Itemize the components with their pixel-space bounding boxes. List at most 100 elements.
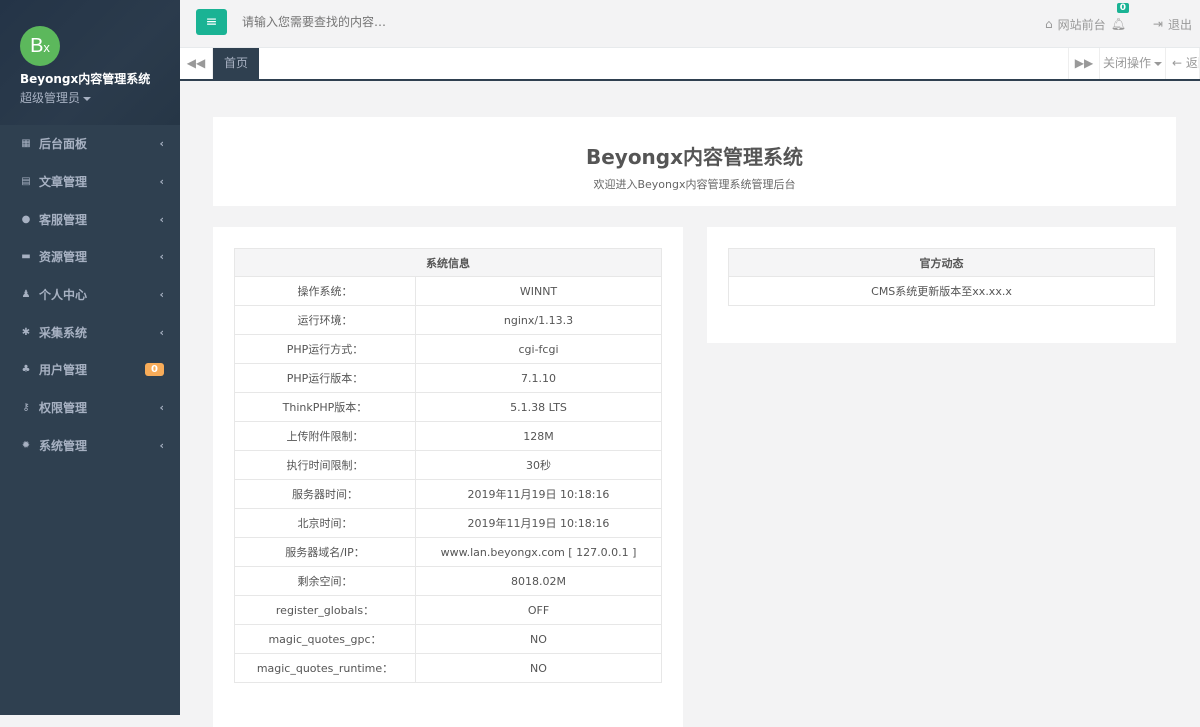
- close-ops-label: 关闭操作: [1102, 56, 1151, 70]
- info-label: register_globals：: [234, 595, 416, 625]
- info-label: 运行环境：: [234, 305, 416, 335]
- comment-icon: ●: [21, 213, 31, 225]
- sidebar-item-label: 文章管理: [39, 175, 88, 190]
- page-title: Beyongx内容管理系统: [585, 145, 804, 169]
- info-label: 剩余空间：: [234, 566, 416, 596]
- system-info-card: 系统信息 操作系统： WINNT 运行环境： nginx/1.13.3 PHP运行方式：…: [213, 227, 683, 727]
- news-item[interactable]: CMS系统更新版本至xx.xx.x: [728, 276, 1155, 306]
- chevron-left-icon: ‹: [159, 212, 164, 226]
- caret-down-icon: [83, 96, 92, 101]
- menu-toggle-button[interactable]: ≡: [196, 9, 227, 35]
- table-row: 北京时间： 2019年11月19日 10:18:16: [234, 508, 662, 538]
- key-icon: ⚷: [22, 402, 30, 414]
- news-title: 官方动态: [728, 248, 1155, 277]
- table-row: PHP运行版本： 7.1.10: [234, 363, 662, 393]
- sidebar-item-0[interactable]: ▦ 后台面板 ‹: [0, 125, 180, 163]
- info-label: 上传附件限制：: [234, 421, 416, 451]
- sidebar: Bx Beyongx内容管理系统 超级管理员 ▦ 后台面板 ‹ ▤ 文章管理 ‹ ● 客服管理…: [0, 0, 180, 715]
- info-label: magic_quotes_runtime：: [234, 653, 416, 683]
- tab-home[interactable]: 首页: [213, 48, 259, 79]
- info-label: 操作系统：: [234, 276, 416, 306]
- site-front-link[interactable]: 网站前台: [1058, 16, 1106, 33]
- info-value: nginx/1.13.3: [415, 305, 662, 335]
- sidebar-item-label: 系统管理: [39, 438, 88, 453]
- dashboard-icon: ▦: [21, 138, 31, 150]
- news-table: 官方动态 CMS系统更新版本至xx.xx.x: [728, 248, 1155, 306]
- table-row: 操作系统： WINNT: [234, 276, 662, 306]
- chevron-left-icon: ‹: [159, 250, 164, 264]
- info-value: 7.1.10: [415, 363, 662, 393]
- caret-down-icon: [1154, 61, 1162, 66]
- table-row: magic_quotes_runtime： NO: [234, 653, 662, 683]
- sidebar-item-8[interactable]: ✹ 系统管理 ‹: [0, 427, 180, 465]
- tab-scroll-left-button[interactable]: ◀◀: [180, 48, 213, 79]
- table-row: ThinkPHP版本： 5.1.38 LTS: [234, 392, 662, 422]
- logout-link[interactable]: 退出: [1168, 16, 1192, 33]
- table-row: 上传附件限制： 128M: [234, 421, 662, 451]
- table-row: 剩余空间： 8018.02M: [234, 566, 662, 596]
- profile: Bx Beyongx内容管理系统 超级管理员: [0, 0, 180, 125]
- chevron-left-icon: ‹: [159, 288, 164, 302]
- info-value: 5.1.38 LTS: [415, 392, 662, 422]
- sidebar-item-3[interactable]: ▬ 资源管理 ‹: [0, 238, 180, 276]
- info-label: 北京时间：: [234, 508, 416, 538]
- sidebar-item-2[interactable]: ● 客服管理 ‹: [0, 200, 180, 238]
- info-value: 8018.02M: [415, 566, 662, 596]
- role-label: 超级管理员: [20, 91, 81, 105]
- back-button[interactable]: ← 返回: [1166, 48, 1200, 79]
- info-value: 30秒: [415, 450, 662, 480]
- sidebar-item-label: 客服管理: [39, 212, 88, 227]
- info-label: magic_quotes_gpc：: [234, 624, 416, 654]
- info-value: 128M: [415, 421, 662, 451]
- sidebar-item-label: 采集系统: [39, 325, 88, 340]
- search-input[interactable]: [242, 15, 542, 29]
- news-text: CMS系统更新版本至xx.xx.x: [728, 276, 1155, 306]
- table-row: 服务器域名/IP： www.lan.beyongx.com [ 127.0.0.1…: [234, 537, 662, 567]
- info-value: www.lan.beyongx.com [ 127.0.0.1 ]: [415, 537, 662, 567]
- info-label: ThinkPHP版本：: [234, 392, 416, 422]
- system-info-title: 系统信息: [234, 248, 662, 277]
- chevron-left-icon: ‹: [159, 137, 164, 151]
- close-ops-dropdown[interactable]: 关闭操作: [1100, 48, 1166, 79]
- chevron-left-icon: ‹: [159, 325, 164, 339]
- table-row: magic_quotes_gpc： NO: [234, 624, 662, 654]
- file-icon: ▤: [21, 176, 31, 188]
- topbar: ≡ ⌂ 网站前台 🔔︎0 ⇥ 退出: [180, 0, 1200, 48]
- welcome-card: Beyongx内容管理系统 欢迎进入Beyongx内容管理系统管理后台: [213, 117, 1176, 206]
- info-label: PHP运行版本：: [234, 363, 416, 393]
- chevron-left-icon: ‹: [159, 175, 164, 189]
- tab-scroll-right-button[interactable]: ▶▶: [1068, 48, 1100, 79]
- sidebar-item-label: 用户管理: [39, 363, 88, 378]
- sidebar-item-7[interactable]: ⚷ 权限管理 ‹: [0, 389, 180, 427]
- sidebar-item-5[interactable]: ✱ 采集系统 ‹: [0, 313, 180, 351]
- info-label: 执行时间限制：: [234, 450, 416, 480]
- sidebar-item-1[interactable]: ▤ 文章管理 ‹: [0, 163, 180, 201]
- sidebar-item-label: 权限管理: [39, 401, 88, 416]
- info-value: 2019年11月19日 10:18:16: [415, 508, 662, 538]
- info-value: NO: [415, 624, 662, 654]
- system-name: Beyongx内容管理系统: [20, 72, 151, 86]
- table-row: PHP运行方式： cgi-fcgi: [234, 334, 662, 364]
- archive-icon: ▬: [21, 251, 31, 263]
- info-value: WINNT: [415, 276, 662, 306]
- bug-icon: ✱: [21, 326, 31, 338]
- info-value: OFF: [415, 595, 662, 625]
- table-row: register_globals： OFF: [234, 595, 662, 625]
- chevron-left-icon: ‹: [159, 401, 164, 415]
- info-value: NO: [415, 653, 662, 683]
- news-card: 官方动态 CMS系统更新版本至xx.xx.x: [707, 227, 1176, 343]
- table-row: 服务器时间： 2019年11月19日 10:18:16: [234, 479, 662, 509]
- table-row: 执行时间限制： 30秒: [234, 450, 662, 480]
- sidebar-item-6[interactable]: ♣ 用户管理 0: [0, 351, 180, 389]
- user-icon: ♟: [21, 289, 31, 301]
- page-subtitle: 欢迎进入Beyongx内容管理系统管理后台: [593, 178, 796, 191]
- role-dropdown[interactable]: 超级管理员: [20, 89, 160, 106]
- chevron-left-icon: ‹: [159, 438, 164, 452]
- info-label: PHP运行方式：: [234, 334, 416, 364]
- sidebar-item-label: 个人中心: [39, 288, 88, 303]
- sidebar-item-label: 资源管理: [39, 250, 88, 265]
- sidebar-item-4[interactable]: ♟ 个人中心 ‹: [0, 276, 180, 314]
- home-icon: ⌂: [1045, 17, 1053, 31]
- system-info-table: 系统信息 操作系统： WINNT 运行环境： nginx/1.13.3 PHP运行方式：…: [234, 248, 662, 683]
- bell-icon[interactable]: 🔔︎ 0: [1111, 3, 1129, 31]
